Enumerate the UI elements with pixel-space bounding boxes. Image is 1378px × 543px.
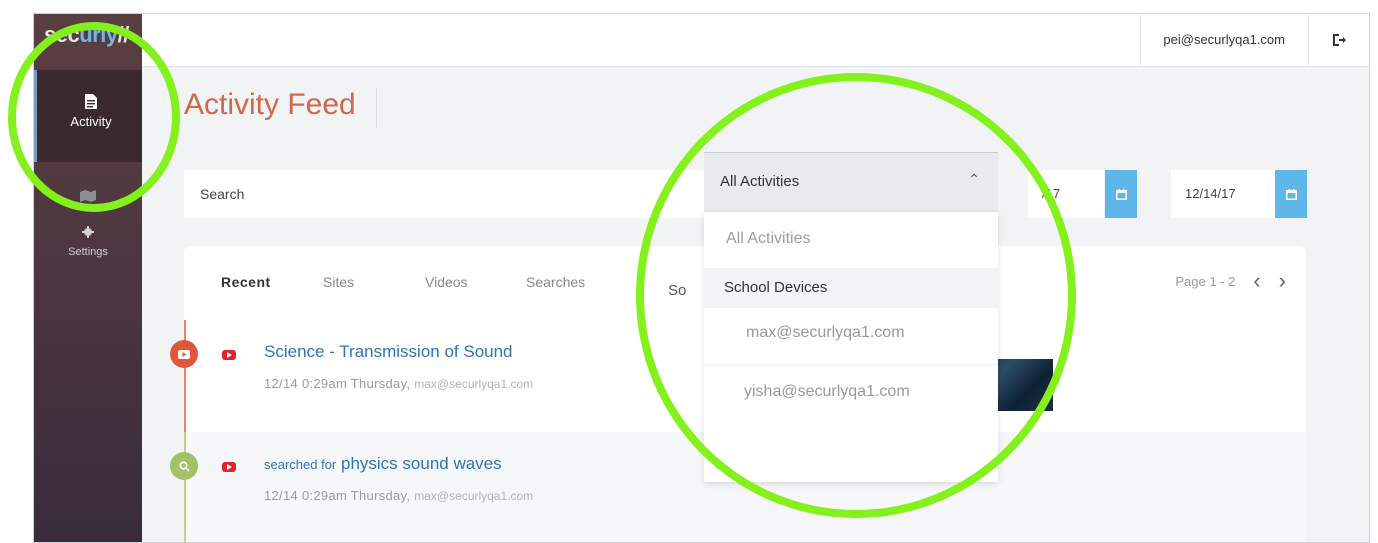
option-all-activities[interactable]: All Activities [704, 230, 998, 270]
item-meta: 12/14 0:29am Thursday, max@securlyqa1.co… [264, 488, 533, 503]
next-page-button[interactable]: › [1279, 270, 1286, 292]
start-date-field[interactable]: /17 [1028, 170, 1104, 218]
timeline-line [184, 432, 186, 542]
sidebar: securly// Activity Settings [34, 14, 142, 542]
option-school-devices[interactable]: School Devices [704, 268, 998, 308]
logout-button[interactable] [1308, 14, 1369, 66]
document-icon [85, 94, 97, 109]
user-email[interactable]: pei@securlyqa1.com [1140, 14, 1307, 66]
option-user-max[interactable]: max@securlyqa1.com [704, 324, 998, 364]
tab-searches[interactable]: Searches [526, 274, 585, 290]
sidebar-item-label: Activity [70, 114, 112, 129]
end-date-calendar-button[interactable] [1275, 170, 1307, 218]
search-badge [170, 452, 198, 480]
item-meta: 12/14 0:29am Thursday, max@securlyqa1.co… [264, 376, 533, 391]
tab-social[interactable]: So [668, 282, 686, 299]
end-date-field[interactable]: 12/14/17 [1171, 170, 1275, 218]
calendar-icon [1115, 188, 1127, 200]
activity-filter-menu: All Activities School Devices max@securl… [704, 212, 998, 482]
item-time: 12/14 0:29am Thursday, [264, 376, 411, 391]
tab-recent[interactable]: Recent [221, 274, 271, 290]
search-input[interactable] [184, 170, 714, 218]
option-user-yisha[interactable]: yisha@securlyqa1.com [704, 364, 998, 404]
item-prefix: searched for [264, 457, 337, 472]
sidebar-item-map[interactable] [34, 190, 142, 206]
prev-page-button[interactable]: ‹ [1253, 270, 1260, 292]
sidebar-item-activity[interactable]: Activity [34, 70, 142, 162]
item-time: 12/14 0:29am Thursday, [264, 488, 411, 503]
chevron-up-icon: ⌃ [968, 171, 980, 187]
timeline-line [184, 320, 186, 432]
item-search-line: searched for physics sound waves [264, 454, 502, 474]
calendar-icon [1285, 188, 1297, 200]
gear-icon [82, 226, 94, 238]
tab-sites[interactable]: Sites [323, 274, 354, 290]
tab-videos[interactable]: Videos [425, 274, 468, 290]
start-date-calendar-button[interactable] [1105, 170, 1137, 218]
logo: securly// [44, 22, 129, 47]
item-user: max@securlyqa1.com [414, 377, 534, 391]
page-indicator: Page 1 - 2 [1175, 273, 1236, 289]
top-bar: pei@securlyqa1.com [142, 14, 1369, 67]
youtube-icon [222, 462, 236, 472]
activity-filter-select[interactable]: All Activities ⌃ [704, 152, 998, 212]
sidebar-item-label: Settings [68, 246, 108, 258]
map-icon [80, 190, 96, 202]
app-frame: securly// Activity Settings pei@securlyq… [33, 13, 1370, 543]
item-user: max@securlyqa1.com [414, 489, 534, 503]
activity-filter-value: All Activities [720, 173, 800, 190]
pagination: Page 1 - 2 ‹ › [1175, 270, 1286, 292]
search-icon [178, 460, 190, 472]
video-badge [170, 340, 198, 368]
item-query-link[interactable]: physics sound waves [341, 454, 502, 473]
youtube-icon [222, 350, 236, 360]
logout-icon [1333, 34, 1346, 46]
sidebar-item-settings[interactable]: Settings [34, 226, 142, 260]
title-divider [376, 88, 377, 128]
page-title: Activity Feed [184, 88, 356, 121]
play-icon [178, 349, 190, 359]
item-title-link[interactable]: Science - Transmission of Sound [264, 342, 513, 362]
